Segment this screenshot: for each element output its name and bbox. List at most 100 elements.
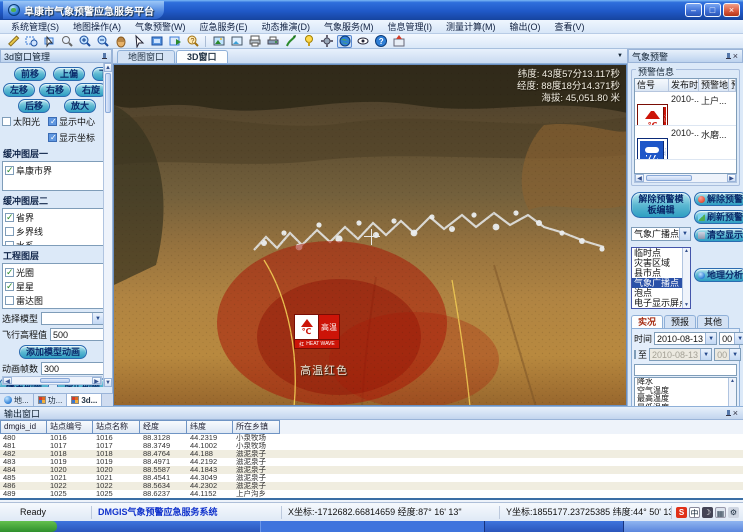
plot-icon[interactable] xyxy=(265,35,280,48)
to-date-checkbox[interactable] xyxy=(634,350,636,359)
zoom-select-icon[interactable] xyxy=(59,35,74,48)
tab-functions[interactable]: 功... xyxy=(34,394,68,406)
taskbar-window-button[interactable] xyxy=(260,521,485,532)
chevron-down-icon[interactable]: ▼ xyxy=(729,349,740,360)
scrollbar-thumb[interactable] xyxy=(40,378,70,383)
minimize-button[interactable]: – xyxy=(685,3,702,17)
element-filter-input[interactable] xyxy=(634,364,737,376)
keyboard-icon[interactable]: ▦ xyxy=(715,507,726,518)
warning-table[interactable]: 信号 发布时间 预警地区 预 ℃高温 红HEAT WAVE 2010-... xyxy=(634,78,737,174)
flight-elevation-input[interactable]: 500 xyxy=(50,328,104,341)
menu-emergency[interactable]: 应急服务(E) xyxy=(193,20,255,33)
fly-path-icon[interactable] xyxy=(283,35,298,48)
col-area[interactable]: 预警地区 xyxy=(699,79,729,92)
tab-map-layers[interactable]: 地... xyxy=(0,394,34,406)
tab-other[interactable]: 其他 xyxy=(697,315,729,328)
pin-icon[interactable] xyxy=(100,52,108,61)
table-row[interactable]: 4811017101788.374944.1002小泉牧场 xyxy=(0,442,743,450)
layer-item[interactable]: 云图 xyxy=(5,308,101,309)
full-extent-icon[interactable] xyxy=(149,35,164,48)
table-row[interactable]: 4851021102188.454144.3049滋泥泉子 xyxy=(0,474,743,482)
tab-list-dropdown-icon[interactable]: ▼ xyxy=(617,53,623,59)
table-row[interactable]: 4821018101888.476444.188滋泥泉子 xyxy=(0,450,743,458)
scroll-right-icon[interactable]: ▶ xyxy=(92,377,101,384)
layer-item[interactable]: 光圈 xyxy=(5,266,101,279)
table-row[interactable]: 4801016101688.312844.2319小泉牧场 xyxy=(0,434,743,442)
heat-wave-warning-icon[interactable]: ℃ 高温 红HEAT WAVE xyxy=(294,314,340,349)
warning-row-heat[interactable]: ℃高温 红HEAT WAVE 2010-... 上户... xyxy=(635,92,736,126)
model-select[interactable]: ▼ xyxy=(41,312,104,325)
pan-icon[interactable] xyxy=(113,35,128,48)
dismiss-warning-template-button[interactable]: 解除预警模板编辑 xyxy=(631,192,691,218)
show-coords-checkbox[interactable]: 显示坐标 xyxy=(48,131,95,144)
settings-gear-icon[interactable] xyxy=(319,35,334,48)
sunlight-checkbox[interactable]: 太阳光 xyxy=(2,115,48,128)
column-header[interactable]: 所在乡镇 xyxy=(233,420,280,434)
print-icon[interactable] xyxy=(247,35,262,48)
scroll-left-icon[interactable]: ◀ xyxy=(3,377,12,384)
hour2-combo[interactable]: 00▼ xyxy=(714,348,741,361)
buffer-layer1-list[interactable]: 阜康市界 xyxy=(2,161,104,191)
table-row[interactable]: 4831019101988.497144.2192滋泥泉子 xyxy=(0,458,743,466)
column-header[interactable]: 站点名称 xyxy=(93,420,140,434)
layer-item[interactable]: 星星 xyxy=(5,280,101,293)
layer-item[interactable]: 水系 xyxy=(5,239,101,246)
column-header[interactable]: 纬度 xyxy=(187,420,233,434)
globe-3d-icon[interactable] xyxy=(337,35,352,48)
clear-display-button[interactable]: 清空显示 xyxy=(694,228,743,242)
menu-measure[interactable]: 测量计算(M) xyxy=(439,20,503,33)
close-icon[interactable]: × xyxy=(732,409,739,418)
tab-forecast[interactable]: 预报 xyxy=(664,315,696,328)
chevron-down-icon[interactable]: ▼ xyxy=(92,313,103,324)
export-icon[interactable] xyxy=(391,35,406,48)
column-header[interactable]: 经度 xyxy=(140,420,187,434)
menu-simulation[interactable]: 动态推演(D) xyxy=(255,20,318,33)
scroll-right-icon[interactable]: ▶ xyxy=(727,174,736,182)
scroll-left-icon[interactable]: ◀ xyxy=(635,174,644,182)
pin-icon[interactable] xyxy=(724,52,732,61)
pin-icon[interactable] xyxy=(724,409,732,418)
scrollbar-thumb[interactable] xyxy=(646,175,692,181)
scroll-down-icon[interactable]: ▼ xyxy=(104,378,112,387)
date-combo[interactable]: 2010-08-13▼ xyxy=(654,332,717,345)
snapshot-icon[interactable] xyxy=(229,35,244,48)
menu-map-ops[interactable]: 地图操作(A) xyxy=(66,20,128,33)
close-icon[interactable]: × xyxy=(732,52,739,61)
start-button[interactable] xyxy=(0,521,57,532)
move-right-button[interactable]: 右移 xyxy=(39,83,71,97)
menu-view[interactable]: 查看(V) xyxy=(548,20,592,33)
column-header[interactable]: dmgis_id xyxy=(0,420,47,434)
help-icon[interactable]: ? xyxy=(373,35,388,48)
table-row[interactable]: 4861022102288.563444.2302滋泥泉子 xyxy=(0,482,743,490)
tab-3d-management[interactable]: 3d... xyxy=(67,394,102,406)
menu-weather-warning[interactable]: 气象预警(W) xyxy=(128,20,193,33)
add-model-animation-button[interactable]: 添加模型动画 xyxy=(19,345,87,359)
scroll-up-icon[interactable]: ▲ xyxy=(104,63,112,72)
image-icon[interactable] xyxy=(211,35,226,48)
col-time[interactable]: 发布时间 xyxy=(669,79,699,92)
chevron-down-icon[interactable]: ▼ xyxy=(734,333,743,344)
3d-terrain-view[interactable]: 纬度: 43度57分13.117秒 经度: 88度18分14.371秒 海拔: … xyxy=(113,64,627,406)
scrollbar-thumb[interactable] xyxy=(105,73,111,113)
pointer-icon[interactable] xyxy=(131,35,146,48)
menu-weather-service[interactable]: 气象服务(M) xyxy=(317,20,381,33)
menu-system[interactable]: 系统管理(S) xyxy=(4,20,66,33)
menu-info-mgmt[interactable]: 信息管理(I) xyxy=(381,20,440,33)
point-type-list[interactable]: 临时点 灾害区域 县市点 气象广播点 泡点 电子显示屏点 ▲▼ xyxy=(631,247,691,309)
left-panel-horizontal-scrollbar[interactable]: ◀ ▶ xyxy=(2,376,102,385)
column-header[interactable]: 站点编号 xyxy=(47,420,93,434)
dismiss-warning-button[interactable]: 解除预警 xyxy=(694,192,743,206)
show-center-checkbox[interactable]: 显示中心 xyxy=(48,115,95,128)
sogou-icon[interactable]: S xyxy=(676,507,687,518)
chevron-down-icon[interactable]: ▼ xyxy=(700,349,711,360)
taskbar-tray-area[interactable] xyxy=(623,521,743,532)
tab-map-window[interactable]: 地图窗口 xyxy=(117,50,175,63)
refresh-view-icon[interactable] xyxy=(167,35,182,48)
windows-taskbar[interactable] xyxy=(0,521,743,532)
layer-item[interactable]: 乡界线 xyxy=(5,225,101,238)
point-type-combo[interactable]: 气象广播点▼ xyxy=(631,227,691,241)
close-button[interactable]: × xyxy=(723,3,740,17)
measure-icon[interactable] xyxy=(5,35,20,48)
chevron-down-icon[interactable]: ▼ xyxy=(679,228,690,240)
wrench-icon[interactable]: ⚙ xyxy=(728,507,739,518)
